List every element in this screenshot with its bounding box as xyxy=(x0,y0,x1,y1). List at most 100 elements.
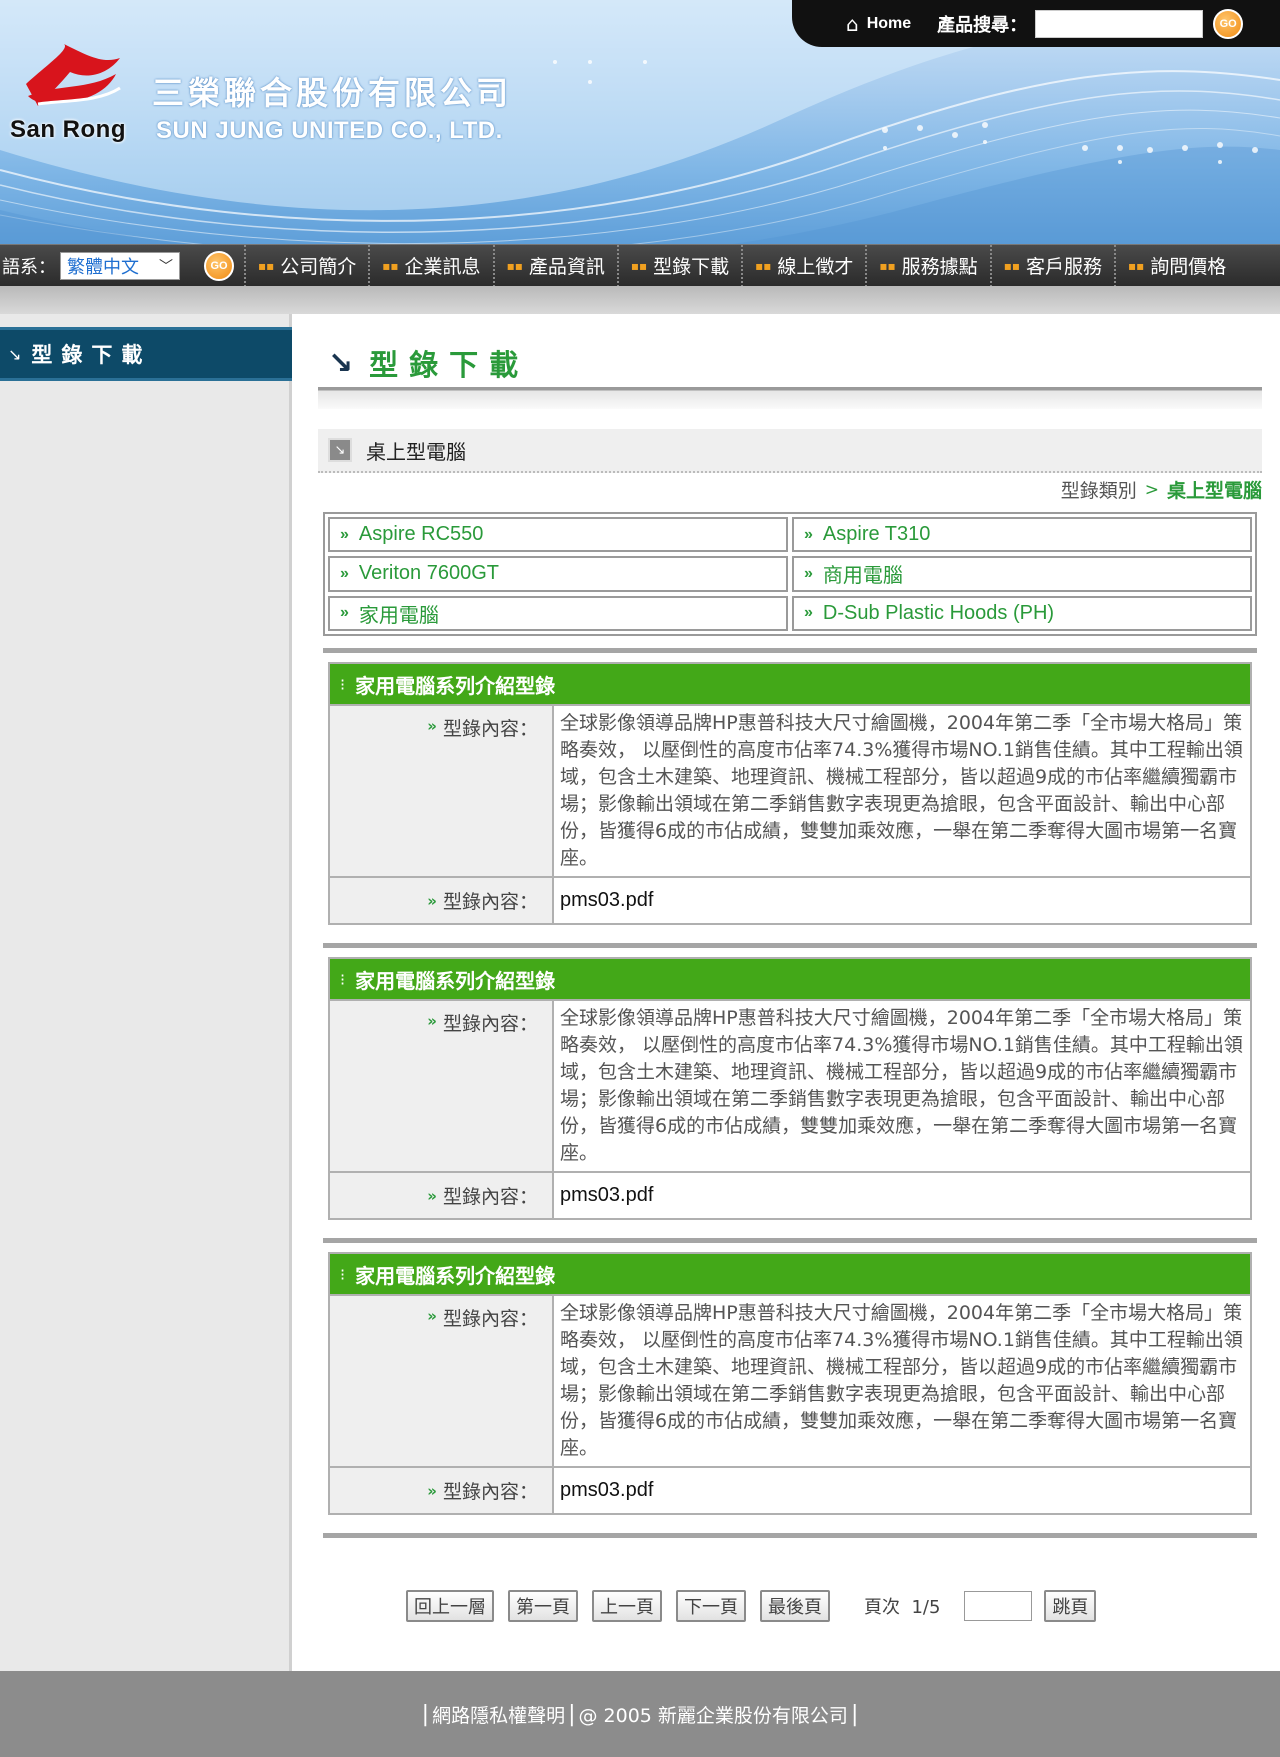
double-chevron-icon: » xyxy=(427,891,437,910)
logo-text: San Rong xyxy=(10,116,126,143)
section-divider xyxy=(323,1238,1257,1243)
product-search-input[interactable] xyxy=(1035,9,1204,38)
breadcrumb-current: 桌上型電腦 xyxy=(1166,480,1262,502)
company-logo[interactable]: San Rong xyxy=(8,44,136,148)
page-indicator: 頁次 1/5 xyxy=(864,1593,940,1619)
subcategory-link[interactable]: » 家用電腦 xyxy=(328,595,788,631)
page-title-text: 型錄下載 xyxy=(369,348,530,382)
next-page-button[interactable]: 下一頁 xyxy=(676,1590,746,1622)
breadcrumb-separator: > xyxy=(1144,479,1159,500)
catalog-file-link[interactable]: pms03.pdf xyxy=(554,878,1250,923)
catalog-file-link[interactable]: pms03.pdf xyxy=(554,1468,1250,1513)
nav-item-products[interactable]: ▪▪ 產品資訊 xyxy=(492,244,617,287)
field-label-text: 型錄內容： xyxy=(442,718,538,740)
sidebar: ↘ 型錄下載 xyxy=(0,314,292,1671)
double-chevron-icon: » xyxy=(340,604,349,622)
catalog-card: ⁝ 家用電腦系列介紹型錄 » 型錄內容： 全球影像領導品牌HP惠普科技大尺寸繪圖機… xyxy=(328,1252,1252,1515)
subcategory-link-label: Aspire RC550 xyxy=(358,523,484,546)
nav-item-locations[interactable]: ▪▪ 服務據點 xyxy=(865,244,989,287)
dots-icon: ⁝ xyxy=(340,674,346,694)
breadcrumb-parent[interactable]: 型錄類別 xyxy=(1061,476,1137,503)
subcategory-link-label: D-Sub Plastic Hoods (PH) xyxy=(822,601,1055,624)
catalog-file-link[interactable]: pms03.pdf xyxy=(554,1173,1250,1218)
jump-page-button[interactable]: 跳頁 xyxy=(1044,1590,1097,1622)
jump-page-input[interactable] xyxy=(964,1591,1033,1621)
home-link[interactable]: Home xyxy=(867,15,911,33)
field-label-text: 型錄內容： xyxy=(442,1308,538,1330)
sidebar-title-text: 型錄下載 xyxy=(31,343,152,367)
home-icon[interactable]: ⌂ xyxy=(846,12,859,36)
footer: | 網路隱私權聲明 | @ 2005 新麗企業股份有限公司 | xyxy=(0,1671,1280,1757)
pagination: 回上一層 第一頁 上一頁 下一頁 最後頁 頁次 1/5 跳頁 xyxy=(406,1590,1110,1622)
section-divider xyxy=(323,1533,1257,1538)
prev-page-button[interactable]: 上一頁 xyxy=(592,1590,662,1622)
field-label: » 型錄內容： xyxy=(330,1468,554,1513)
nav-item-catalog[interactable]: ▪▪ 型錄下載 xyxy=(616,244,741,287)
double-chevron-icon: » xyxy=(427,1012,437,1030)
catalog-card-header: ⁝ 家用電腦系列介紹型錄 xyxy=(330,1254,1250,1294)
language-select-value: 繁體中文 xyxy=(67,256,139,278)
subcategory-link[interactable]: » D-Sub Plastic Hoods (PH) xyxy=(792,595,1252,631)
subcategory-link[interactable]: » 商用電腦 xyxy=(792,556,1252,592)
nav-item-careers[interactable]: ▪▪ 線上徵才 xyxy=(741,244,865,287)
nav-item-news[interactable]: ▪▪ 企業訊息 xyxy=(368,244,492,287)
field-label-text: 型錄內容： xyxy=(442,1481,538,1503)
nav-item-service[interactable]: ▪▪ 客戶服務 xyxy=(989,244,1114,287)
subcategory-link[interactable]: » Veriton 7600GT xyxy=(328,556,788,592)
subcategory-link[interactable]: » Aspire T310 xyxy=(792,517,1252,553)
catalog-description: 全球影像領導品牌HP惠普科技大尺寸繪圖機，2004年第二季「全市場大格局」策略奏… xyxy=(560,1302,1243,1459)
catalog-card: ⁝ 家用電腦系列介紹型錄 » 型錄內容： 全球影像領導品牌HP惠普科技大尺寸繪圖機… xyxy=(328,662,1252,925)
category-box-icon: ↘ xyxy=(328,438,352,462)
nav-item-label: 產品資訊 xyxy=(528,256,605,278)
double-chevron-icon: » xyxy=(427,1481,437,1500)
subcategory-link-label: Aspire T310 xyxy=(822,523,931,546)
bullet-icon: ▪▪ xyxy=(630,258,648,273)
double-chevron-icon: » xyxy=(427,717,437,735)
double-chevron-icon: » xyxy=(804,604,813,622)
privacy-link[interactable]: 網路隱私權聲明 xyxy=(432,1701,565,1728)
company-name-en: SUN JUNG UNITED CO., LTD. xyxy=(156,117,503,144)
nav-item-inquiry[interactable]: ▪▪ 詢問價格 xyxy=(1113,244,1238,287)
dots-icon: ⁝ xyxy=(340,1264,346,1284)
nav-shadow-strip xyxy=(0,286,1280,314)
subcategory-link-label: 商用電腦 xyxy=(822,565,903,588)
top-utility-bar: ⌂ Home 產品搜尋： GO xyxy=(792,0,1280,47)
language-label: 語系： xyxy=(2,256,56,278)
catalog-card-header: ⁝ 家用電腦系列介紹型錄 xyxy=(330,959,1250,999)
catalog-desc-row: » 型錄內容： 全球影像領導品牌HP惠普科技大尺寸繪圖機，2004年第二季「全市場… xyxy=(330,1294,1250,1466)
section-divider xyxy=(323,648,1257,653)
category-bar: ↘ 桌上型電腦 xyxy=(318,429,1262,473)
search-go-button[interactable]: GO xyxy=(1213,8,1244,39)
back-button[interactable]: 回上一層 xyxy=(406,1590,494,1622)
field-label-text: 型錄內容： xyxy=(442,1013,538,1035)
field-label: » 型錄內容： xyxy=(330,1173,554,1218)
search-label: 產品搜尋： xyxy=(937,14,1028,36)
language-select[interactable]: 繁體中文 ﹀ xyxy=(60,251,180,280)
logo-mark-icon xyxy=(26,44,121,106)
field-label: » 型錄內容： xyxy=(330,878,554,923)
sidebar-title: ↘ 型錄下載 xyxy=(0,327,292,381)
footer-divider: | xyxy=(850,1701,859,1727)
double-chevron-icon: » xyxy=(340,564,349,582)
nav-item-label: 公司簡介 xyxy=(280,256,357,278)
section-divider xyxy=(323,943,1257,948)
nav-item-about[interactable]: ▪▪ 公司簡介 xyxy=(244,244,368,287)
page-label: 頁次 xyxy=(864,1597,900,1618)
bullet-icon: ▪▪ xyxy=(258,258,275,273)
double-chevron-icon: » xyxy=(427,1307,437,1325)
nav-item-label: 詢問價格 xyxy=(1150,256,1227,278)
subcategory-links: » Aspire RC550 » Aspire T310 » Veriton 7600… xyxy=(323,512,1257,636)
last-page-button[interactable]: 最後頁 xyxy=(760,1590,830,1622)
field-label: » 型錄內容： xyxy=(330,1001,554,1171)
nav-item-label: 線上徵才 xyxy=(777,256,854,278)
first-page-button[interactable]: 第一頁 xyxy=(508,1590,578,1622)
bullet-icon: ▪▪ xyxy=(1127,258,1145,273)
header-banner: San Rong 三榮聯合股份有限公司 SUN JUNG UNITED CO.,… xyxy=(0,0,1280,244)
nav-item-label: 型錄下載 xyxy=(653,256,730,278)
company-name-cn: 三榮聯合股份有限公司 xyxy=(152,74,513,112)
subcategory-link[interactable]: » Aspire RC550 xyxy=(328,517,788,553)
nav-item-label: 服務據點 xyxy=(901,256,978,278)
language-go-button[interactable]: GO xyxy=(204,250,234,281)
field-label-text: 型錄內容： xyxy=(442,1186,538,1208)
double-chevron-icon: » xyxy=(340,525,349,543)
